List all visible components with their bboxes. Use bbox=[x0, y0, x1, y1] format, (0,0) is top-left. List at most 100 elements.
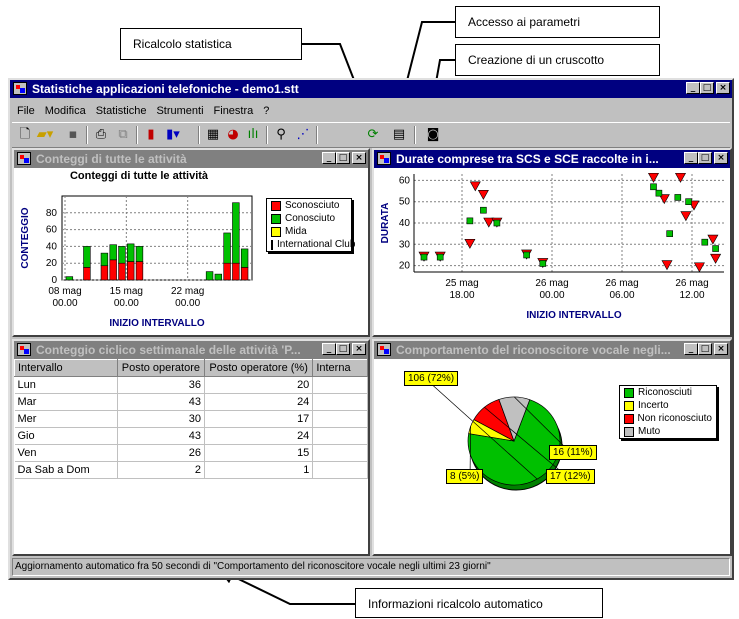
window-title: Statistiche applicazioni telefoniche - d… bbox=[32, 82, 299, 96]
toolbar-separator bbox=[316, 126, 318, 144]
bar-segment bbox=[240, 248, 249, 268]
x-tick-label: 25 mag bbox=[445, 278, 478, 289]
save-icon[interactable]: ▪ bbox=[64, 126, 82, 144]
bar-segment bbox=[118, 246, 126, 264]
bar-segment bbox=[127, 243, 135, 262]
chart-wizard-icon[interactable]: ▮ bbox=[142, 126, 160, 144]
recalc-icon[interactable]: ⟳ bbox=[364, 126, 382, 144]
legend-item: Mida bbox=[267, 225, 351, 238]
red-triangle-point bbox=[477, 190, 489, 200]
y-tick-label: 0 bbox=[51, 275, 57, 286]
legend-label: International Club bbox=[277, 239, 356, 250]
main-titlebar[interactable]: Statistiche applicazioni telefoniche - d… bbox=[10, 80, 732, 98]
table-cell: 2 bbox=[117, 461, 205, 479]
red-triangle-point bbox=[693, 262, 705, 273]
panel-ciclico-titlebar[interactable]: Conteggio ciclico settimanale delle atti… bbox=[14, 341, 368, 359]
table-icon[interactable]: ▦ bbox=[204, 126, 222, 144]
legend-label: Sconosciuto bbox=[285, 200, 340, 211]
copy-icon[interactable]: ⧉ bbox=[114, 126, 132, 144]
x-tick-label: 26 mag bbox=[535, 278, 568, 289]
table-cell: 20 bbox=[204, 376, 314, 394]
x-tick-label: 12.00 bbox=[679, 290, 704, 301]
table-cell bbox=[312, 444, 368, 462]
menu-help[interactable]: ? bbox=[258, 102, 274, 120]
table-row[interactable]: Gio 43 24 bbox=[14, 427, 368, 445]
menu-file[interactable]: File bbox=[12, 102, 40, 120]
column-header[interactable]: Interna bbox=[312, 359, 368, 377]
red-triangle-point bbox=[710, 253, 722, 264]
parameters-icon[interactable]: ▤ bbox=[390, 126, 408, 144]
bar-segment bbox=[240, 267, 249, 281]
row-label: Ven bbox=[14, 444, 118, 462]
app-icon bbox=[13, 82, 27, 95]
maximize-button[interactable]: □ bbox=[700, 82, 714, 94]
table-cell bbox=[312, 427, 368, 445]
table-row[interactable]: Da Sab a Dom 2 1 bbox=[14, 461, 368, 479]
table-cell: 30 bbox=[117, 410, 205, 428]
dashboard-icon[interactable]: ◙ bbox=[424, 126, 442, 144]
legend-item: Non riconosciuto bbox=[620, 412, 716, 425]
close-button[interactable]: × bbox=[352, 343, 366, 355]
green-square-point bbox=[523, 251, 530, 259]
main-window: Statistiche applicazioni telefoniche - d… bbox=[8, 78, 734, 580]
toolbar-separator bbox=[198, 126, 200, 144]
x-tick-label: 06.00 bbox=[609, 290, 634, 301]
green-square-point bbox=[701, 238, 709, 246]
bar-segment bbox=[109, 244, 117, 261]
pie-icon[interactable]: ◕ bbox=[224, 126, 242, 144]
menu-modifica[interactable]: Modifica bbox=[40, 102, 91, 120]
column-header[interactable]: Posto operatore bbox=[116, 359, 205, 377]
row-label: Mar bbox=[14, 393, 118, 411]
pie-data-label: 17 (12%) bbox=[546, 469, 595, 484]
green-square-point bbox=[674, 194, 682, 201]
bar-segment bbox=[223, 232, 231, 264]
close-button[interactable]: × bbox=[716, 82, 730, 94]
maximize-button[interactable]: □ bbox=[336, 343, 350, 355]
menu-strumenti[interactable]: Strumenti bbox=[151, 102, 208, 120]
legend-label: Mida bbox=[285, 226, 307, 237]
green-square-point bbox=[712, 245, 719, 252]
chart-type-icon[interactable]: ▮▾ bbox=[164, 126, 182, 144]
zoom-icon[interactable]: ⚲ bbox=[272, 126, 290, 144]
green-square-point bbox=[480, 206, 487, 214]
toolbar-separator bbox=[86, 126, 88, 144]
table-cell: 43 bbox=[117, 427, 205, 445]
table-cell: 17 bbox=[204, 410, 314, 428]
table-row[interactable]: Lun 36 20 bbox=[14, 376, 368, 394]
bar-segment bbox=[100, 265, 109, 281]
open-icon[interactable]: ▰▾ bbox=[36, 126, 54, 144]
column-header[interactable]: Posto operatore (%) bbox=[203, 359, 314, 377]
menu-statistiche[interactable]: Statistiche bbox=[91, 102, 152, 120]
column-header[interactable]: Intervallo bbox=[14, 359, 118, 377]
bar-segment bbox=[109, 259, 117, 281]
legend-swatch bbox=[271, 226, 281, 237]
table-cell: 26 bbox=[117, 444, 205, 462]
green-square-point bbox=[493, 219, 501, 227]
minimize-button[interactable]: _ bbox=[686, 82, 700, 94]
green-square-point bbox=[420, 253, 428, 261]
print-icon[interactable]: ⎙ bbox=[92, 126, 110, 144]
x-axis-label: INIZIO INTERVALLO bbox=[526, 310, 621, 321]
panel-conteggio-ciclico: Conteggio ciclico settimanale delle atti… bbox=[12, 339, 370, 556]
y-tick-label: 30 bbox=[399, 239, 411, 250]
x-axis-label: INIZIO INTERVALLO bbox=[109, 318, 204, 329]
table-row[interactable]: Ven 26 15 bbox=[14, 444, 368, 462]
menu-finestra[interactable]: Finestra bbox=[209, 102, 259, 120]
table-row[interactable]: Mer 30 17 bbox=[14, 410, 368, 428]
line-icon[interactable]: ⋰ bbox=[294, 126, 312, 144]
row-label: Da Sab a Dom bbox=[14, 461, 118, 479]
new-icon[interactable]: 🗋 bbox=[16, 126, 34, 144]
legend-swatch bbox=[271, 239, 273, 250]
y-tick-label: 60 bbox=[399, 175, 411, 186]
bar-segment bbox=[223, 262, 231, 281]
bar-icon[interactable]: ılı bbox=[244, 126, 262, 144]
pie-data-label: 106 (72%) bbox=[404, 371, 459, 386]
minimize-button[interactable]: _ bbox=[322, 343, 336, 355]
x-tick-label: 00.00 bbox=[539, 290, 564, 301]
table-cell: 43 bbox=[117, 393, 205, 411]
toolbar-separator bbox=[136, 126, 138, 144]
legend-swatch bbox=[271, 213, 281, 224]
table-row[interactable]: Mar 43 24 bbox=[14, 393, 368, 411]
bar-segment bbox=[65, 276, 74, 281]
legend-swatch bbox=[624, 387, 634, 398]
